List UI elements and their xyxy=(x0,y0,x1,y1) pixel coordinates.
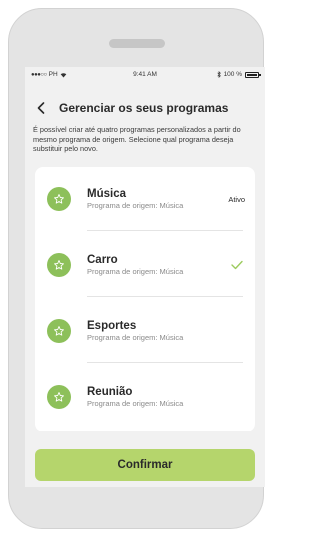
bluetooth-icon xyxy=(216,71,221,78)
checkmark-icon xyxy=(231,260,243,270)
divider xyxy=(87,296,243,297)
program-text: Música Programa de origem: Música xyxy=(87,187,183,211)
battery-icon xyxy=(245,71,261,78)
star-icon xyxy=(47,253,71,277)
program-text: Reunião Programa de origem: Música xyxy=(87,385,183,409)
program-item-carro[interactable]: Carro Programa de origem: Música xyxy=(35,233,255,297)
program-name: Esportes xyxy=(87,320,137,332)
page-header: Gerenciar os seus programas xyxy=(25,97,265,119)
program-item-reuniao[interactable]: Reunião Programa de origem: Música xyxy=(35,365,255,429)
program-text: Esportes Programa de origem: Música xyxy=(87,319,183,343)
program-name: Reunião xyxy=(87,386,133,398)
phone-speaker xyxy=(109,39,165,48)
app-screen: ●●●○○ PH 9:41 AM 100 % Gerenciar os seus… xyxy=(25,67,265,487)
star-icon xyxy=(47,385,71,409)
status-bar: ●●●○○ PH 9:41 AM 100 % xyxy=(25,67,265,81)
program-name: Música xyxy=(87,188,126,200)
confirm-button[interactable]: Confirmar xyxy=(35,449,255,481)
program-text: Carro Programa de origem: Música xyxy=(87,253,183,277)
bottom-panel: Confirmar xyxy=(25,431,265,487)
program-item-musica[interactable]: Música Programa de origem: Música Ativo xyxy=(35,167,255,231)
description-text: É possível criar até quatro programas pe… xyxy=(33,125,241,154)
program-list: Música Programa de origem: Música Ativo … xyxy=(35,167,255,432)
phone-frame: ●●●○○ PH 9:41 AM 100 % Gerenciar os seus… xyxy=(8,8,265,529)
divider xyxy=(87,362,243,363)
battery-percentage: 100 % xyxy=(223,71,242,78)
program-origin: Programa de origem: Música xyxy=(87,333,184,342)
program-name: Carro xyxy=(87,254,118,266)
program-item-esportes[interactable]: Esportes Programa de origem: Música xyxy=(35,299,255,363)
divider xyxy=(87,230,243,231)
chevron-left-icon[interactable] xyxy=(33,100,49,116)
page-title: Gerenciar os seus programas xyxy=(59,101,229,115)
status-right: 100 % xyxy=(216,71,261,78)
program-origin: Programa de origem: Música xyxy=(87,399,184,408)
status-badge: Ativo xyxy=(228,194,245,204)
program-origin: Programa de origem: Música xyxy=(87,267,184,276)
star-icon xyxy=(47,319,71,343)
star-icon xyxy=(47,187,71,211)
program-origin: Programa de origem: Música xyxy=(87,201,184,210)
